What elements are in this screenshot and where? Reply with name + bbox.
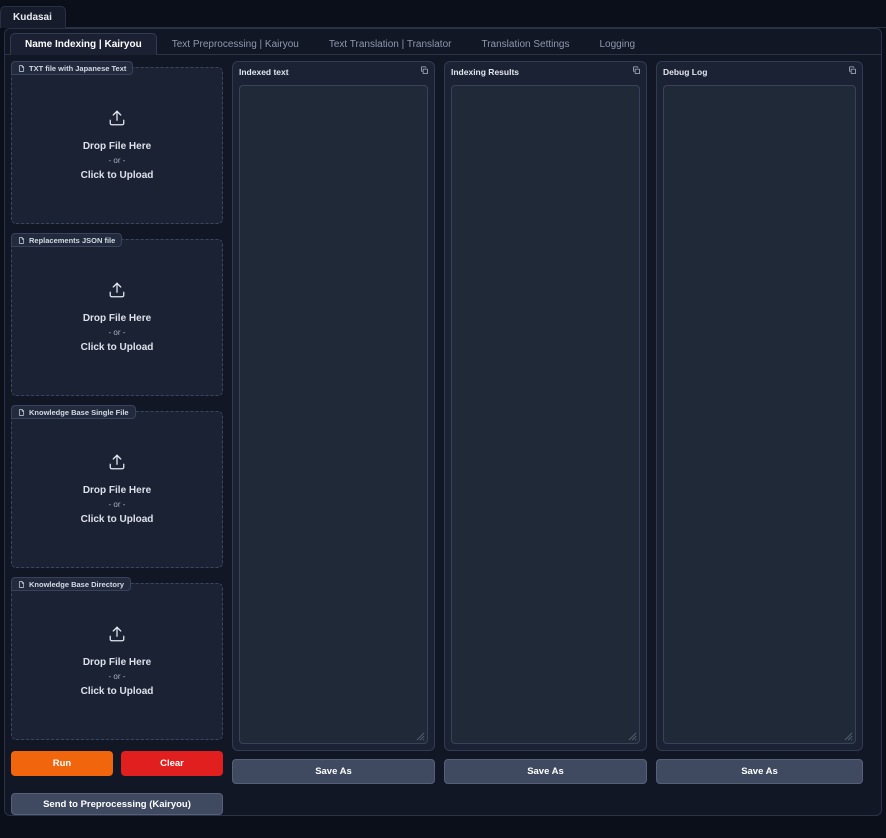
upload-block-kb-directory: Knowledge Base Directory Drop File Here … bbox=[11, 577, 223, 740]
tab-text-translation[interactable]: Text Translation | Translator bbox=[314, 33, 467, 55]
dropzone-main-text: Drop File Here bbox=[82, 656, 152, 668]
tab-translation-settings[interactable]: Translation Settings bbox=[466, 33, 584, 55]
indexed-text-textarea[interactable] bbox=[239, 85, 428, 744]
tab-logging[interactable]: Logging bbox=[585, 33, 651, 55]
file-icon bbox=[18, 236, 25, 244]
dropzone-kb-directory[interactable]: Drop File Here - or - Click to Upload bbox=[11, 583, 223, 740]
resize-grip-icon[interactable] bbox=[416, 732, 425, 741]
panel-indexing-results: Indexing Results bbox=[444, 61, 647, 751]
upload-label-replacements-json: Replacements JSON file bbox=[11, 233, 123, 247]
copy-icon[interactable] bbox=[848, 66, 857, 75]
run-button[interactable]: Run bbox=[11, 751, 113, 776]
dropzone-click-text[interactable]: Click to Upload bbox=[81, 340, 154, 355]
dropzone-kb-single-file[interactable]: Drop File Here - or - Click to Upload bbox=[11, 411, 223, 568]
save-as-button-debug-log[interactable]: Save As bbox=[656, 759, 863, 784]
tab-text-preprocessing[interactable]: Text Preprocessing | Kairyou bbox=[157, 33, 314, 55]
dropzone-or-text: - or - bbox=[108, 499, 126, 509]
tab-label: Translation Settings bbox=[481, 38, 570, 50]
tab-label: Text Translation | Translator bbox=[328, 38, 452, 50]
dropzone-click-text[interactable]: Click to Upload bbox=[81, 512, 154, 527]
upload-label-kb-single-file: Knowledge Base Single File bbox=[11, 405, 136, 419]
dropzone-click-text[interactable]: Click to Upload bbox=[81, 168, 154, 183]
save-as-button-indexing-results[interactable]: Save As bbox=[444, 759, 647, 784]
upload-label-text: Knowledge Base Single File bbox=[29, 407, 129, 417]
panel-header: Indexing Results bbox=[451, 67, 640, 83]
file-icon bbox=[18, 408, 25, 416]
panel-header: Debug Log bbox=[663, 67, 856, 83]
section-tab-bar: Name Indexing | Kairyou Text Preprocessi… bbox=[5, 29, 881, 55]
copy-icon[interactable] bbox=[420, 66, 429, 75]
panel-debug-log: Debug Log bbox=[656, 61, 863, 751]
upload-icon bbox=[108, 109, 126, 127]
dropzone-main-text: Drop File Here bbox=[82, 312, 152, 324]
panel-title: Debug Log bbox=[663, 67, 708, 77]
upload-label-text: TXT file with Japanese Text bbox=[29, 63, 127, 73]
upload-block-txt-japanese: TXT file with Japanese Text Drop File He… bbox=[11, 61, 223, 224]
upload-label-kb-directory: Knowledge Base Directory bbox=[11, 577, 132, 591]
resize-grip-icon[interactable] bbox=[844, 732, 853, 741]
tab-strip-filler bbox=[65, 11, 886, 28]
send-to-preprocessing-button[interactable]: Send to Preprocessing (Kairyou) bbox=[11, 793, 223, 815]
panel-header: Indexed text bbox=[239, 67, 428, 83]
upload-label-text: Knowledge Base Directory bbox=[29, 579, 125, 589]
upload-icon bbox=[108, 281, 126, 299]
browser-tab-strip: Kudasai bbox=[0, 0, 886, 28]
app-tab-kudasai[interactable]: Kudasai bbox=[0, 6, 66, 28]
dropzone-replacements-json[interactable]: Drop File Here - or - Click to Upload bbox=[11, 239, 223, 396]
debug-log-textarea[interactable] bbox=[663, 85, 856, 744]
upload-block-replacements-json: Replacements JSON file Drop File Here - … bbox=[11, 233, 223, 396]
dropzone-or-text: - or - bbox=[108, 327, 126, 337]
dropzone-main-text: Drop File Here bbox=[82, 484, 152, 496]
dropzone-or-text: - or - bbox=[108, 671, 126, 681]
upload-label-txt-japanese: TXT file with Japanese Text bbox=[11, 61, 134, 75]
output-column-debug-log: Debug Log Save As bbox=[656, 61, 863, 815]
tab-label: Name Indexing | Kairyou bbox=[25, 38, 142, 50]
dropzone-main-text: Drop File Here bbox=[82, 140, 152, 152]
resize-grip-icon[interactable] bbox=[628, 732, 637, 741]
output-columns: Indexed text Save As Indexing Results Sa… bbox=[232, 61, 863, 815]
panel-title: Indexing Results bbox=[451, 67, 520, 77]
tab-label: Text Preprocessing | Kairyou bbox=[171, 38, 299, 50]
upload-block-kb-single-file: Knowledge Base Single File Drop File Her… bbox=[11, 405, 223, 568]
save-as-button-indexed-text[interactable]: Save As bbox=[232, 759, 435, 784]
upload-icon bbox=[108, 625, 126, 643]
output-column-indexed-text: Indexed text Save As bbox=[232, 61, 435, 815]
tab-name-indexing[interactable]: Name Indexing | Kairyou bbox=[10, 33, 157, 55]
tab-label: Logging bbox=[599, 38, 636, 50]
panel-indexed-text: Indexed text bbox=[232, 61, 435, 751]
file-icon bbox=[18, 580, 25, 588]
dropzone-click-text[interactable]: Click to Upload bbox=[81, 684, 154, 699]
output-column-indexing-results: Indexing Results Save As bbox=[444, 61, 647, 815]
dropzone-txt-japanese[interactable]: Drop File Here - or - Click to Upload bbox=[11, 67, 223, 224]
action-button-row: Run Clear bbox=[11, 751, 223, 776]
panel-title: Indexed text bbox=[239, 67, 289, 77]
upload-label-text: Replacements JSON file bbox=[29, 235, 116, 245]
upload-icon bbox=[108, 453, 126, 471]
indexing-results-textarea[interactable] bbox=[451, 85, 640, 744]
app-tab-label: Kudasai bbox=[13, 12, 52, 23]
dropzone-or-text: - or - bbox=[108, 155, 126, 165]
upload-column: TXT file with Japanese Text Drop File He… bbox=[11, 61, 223, 815]
clear-button[interactable]: Clear bbox=[121, 751, 223, 776]
file-icon bbox=[18, 64, 25, 72]
main-content: TXT file with Japanese Text Drop File He… bbox=[5, 55, 881, 815]
copy-icon[interactable] bbox=[632, 66, 641, 75]
app-frame: Name Indexing | Kairyou Text Preprocessi… bbox=[4, 28, 882, 816]
